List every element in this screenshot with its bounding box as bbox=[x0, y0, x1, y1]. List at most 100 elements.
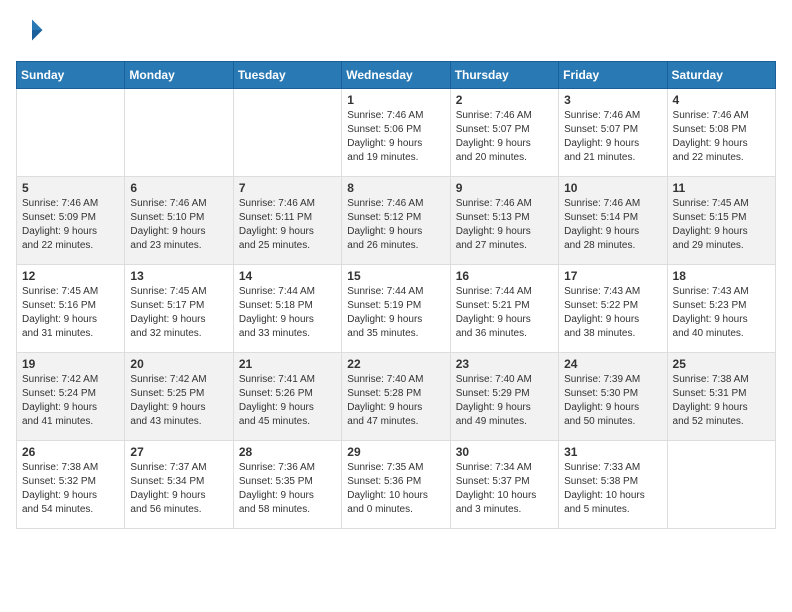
day-number: 8 bbox=[347, 181, 444, 195]
calendar-cell: 31 Sunrise: 7:33 AM Sunset: 5:38 PM Dayli… bbox=[559, 441, 667, 529]
calendar-week-row: 19Sunrise: 7:42 AM Sunset: 5:24 PM Dayli… bbox=[17, 353, 776, 441]
calendar-cell bbox=[17, 89, 125, 177]
day-info: Sunrise: 7:41 AM Sunset: 5:26 PM Dayligh… bbox=[239, 373, 336, 429]
day-info: Sunrise: 7:38 AM Sunset: 5:32 PM Dayligh… bbox=[22, 461, 119, 517]
day-info: Sunrise: 7:46 AM Sunset: 5:14 PM Dayligh… bbox=[564, 197, 661, 253]
calendar-cell: 7Sunrise: 7:46 AM Sunset: 5:11 PM Daylig… bbox=[233, 177, 341, 265]
day-info: Sunrise: 7:44 AM Sunset: 5:18 PM Dayligh… bbox=[239, 285, 336, 341]
day-info: Sunrise: 7:36 AM Sunset: 5:35 PM Dayligh… bbox=[239, 461, 336, 517]
calendar-cell bbox=[233, 89, 341, 177]
day-number: 19 bbox=[22, 357, 119, 371]
calendar-cell: 3Sunrise: 7:46 AM Sunset: 5:07 PM Daylig… bbox=[559, 89, 667, 177]
calendar-cell: 23 Sunrise: 7:40 AM Sunset: 5:29 PM Dayli… bbox=[450, 353, 558, 441]
day-info: Sunrise: 7:44 AM Sunset: 5:19 PM Dayligh… bbox=[347, 285, 444, 341]
day-number: 21 bbox=[239, 357, 336, 371]
weekday-header-friday: Friday bbox=[559, 62, 667, 89]
calendar-cell: 29Sunrise: 7:35 AM Sunset: 5:36 PM Dayli… bbox=[342, 441, 450, 529]
calendar-cell: 19Sunrise: 7:42 AM Sunset: 5:24 PM Dayli… bbox=[17, 353, 125, 441]
day-number: 24 bbox=[564, 357, 661, 371]
calendar-cell: 10 Sunrise: 7:46 AM Sunset: 5:14 PM Dayli… bbox=[559, 177, 667, 265]
day-number: 12 bbox=[22, 269, 119, 283]
calendar-cell: 25Sunrise: 7:38 AM Sunset: 5:31 PM Dayli… bbox=[667, 353, 775, 441]
calendar-cell: 17 Sunrise: 7:43 AM Sunset: 5:22 PM Dayli… bbox=[559, 265, 667, 353]
calendar-cell: 2 Sunrise: 7:46 AM Sunset: 5:07 PM Daylig… bbox=[450, 89, 558, 177]
day-info: Sunrise: 7:45 AM Sunset: 5:16 PM Dayligh… bbox=[22, 285, 119, 341]
day-number: 30 bbox=[456, 445, 553, 459]
day-number: 18 bbox=[673, 269, 770, 283]
day-number: 28 bbox=[239, 445, 336, 459]
day-number: 15 bbox=[347, 269, 444, 283]
day-number: 26 bbox=[22, 445, 119, 459]
day-info: Sunrise: 7:46 AM Sunset: 5:09 PM Dayligh… bbox=[22, 197, 119, 253]
calendar-cell: 26 Sunrise: 7:38 AM Sunset: 5:32 PM Dayli… bbox=[17, 441, 125, 529]
calendar-cell: 6Sunrise: 7:46 AM Sunset: 5:10 PM Daylig… bbox=[125, 177, 233, 265]
day-number: 17 bbox=[564, 269, 661, 283]
day-info: Sunrise: 7:40 AM Sunset: 5:29 PM Dayligh… bbox=[456, 373, 553, 429]
calendar-cell: 14Sunrise: 7:44 AM Sunset: 5:18 PM Dayli… bbox=[233, 265, 341, 353]
day-info: Sunrise: 7:46 AM Sunset: 5:12 PM Dayligh… bbox=[347, 197, 444, 253]
calendar-cell: 27 Sunrise: 7:37 AM Sunset: 5:34 PM Dayli… bbox=[125, 441, 233, 529]
day-info: Sunrise: 7:39 AM Sunset: 5:30 PM Dayligh… bbox=[564, 373, 661, 429]
day-info: Sunrise: 7:46 AM Sunset: 5:06 PM Dayligh… bbox=[347, 109, 444, 165]
day-number: 10 bbox=[564, 181, 661, 195]
calendar-body: 1 Sunrise: 7:46 AM Sunset: 5:06 PM Daylig… bbox=[17, 89, 776, 529]
day-number: 9 bbox=[456, 181, 553, 195]
day-number: 31 bbox=[564, 445, 661, 459]
calendar-cell bbox=[125, 89, 233, 177]
day-number: 5 bbox=[22, 181, 119, 195]
calendar-cell: 5 Sunrise: 7:46 AM Sunset: 5:09 PM Daylig… bbox=[17, 177, 125, 265]
calendar-cell bbox=[667, 441, 775, 529]
calendar-cell: 12 Sunrise: 7:45 AM Sunset: 5:16 PM Dayli… bbox=[17, 265, 125, 353]
calendar-cell: 20 Sunrise: 7:42 AM Sunset: 5:25 PM Dayli… bbox=[125, 353, 233, 441]
day-info: Sunrise: 7:35 AM Sunset: 5:36 PM Dayligh… bbox=[347, 461, 444, 517]
calendar-cell: 16Sunrise: 7:44 AM Sunset: 5:21 PM Dayli… bbox=[450, 265, 558, 353]
weekday-header-tuesday: Tuesday bbox=[233, 62, 341, 89]
day-info: Sunrise: 7:46 AM Sunset: 5:08 PM Dayligh… bbox=[673, 109, 770, 165]
day-info: Sunrise: 7:34 AM Sunset: 5:37 PM Dayligh… bbox=[456, 461, 553, 517]
weekday-header-monday: Monday bbox=[125, 62, 233, 89]
day-number: 1 bbox=[347, 93, 444, 107]
logo-icon bbox=[18, 16, 46, 44]
calendar-cell: 30 Sunrise: 7:34 AM Sunset: 5:37 PM Dayli… bbox=[450, 441, 558, 529]
day-number: 25 bbox=[673, 357, 770, 371]
calendar-cell: 15 Sunrise: 7:44 AM Sunset: 5:19 PM Dayli… bbox=[342, 265, 450, 353]
calendar-cell: 1 Sunrise: 7:46 AM Sunset: 5:06 PM Daylig… bbox=[342, 89, 450, 177]
calendar-table: SundayMondayTuesdayWednesdayThursdayFrid… bbox=[16, 61, 776, 529]
day-number: 27 bbox=[130, 445, 227, 459]
day-number: 20 bbox=[130, 357, 227, 371]
calendar-week-row: 1 Sunrise: 7:46 AM Sunset: 5:06 PM Daylig… bbox=[17, 89, 776, 177]
day-number: 23 bbox=[456, 357, 553, 371]
calendar-cell: 18 Sunrise: 7:43 AM Sunset: 5:23 PM Dayli… bbox=[667, 265, 775, 353]
weekday-header-saturday: Saturday bbox=[667, 62, 775, 89]
calendar-week-row: 5 Sunrise: 7:46 AM Sunset: 5:09 PM Daylig… bbox=[17, 177, 776, 265]
day-info: Sunrise: 7:43 AM Sunset: 5:22 PM Dayligh… bbox=[564, 285, 661, 341]
day-info: Sunrise: 7:45 AM Sunset: 5:17 PM Dayligh… bbox=[130, 285, 227, 341]
calendar-cell: 8 Sunrise: 7:46 AM Sunset: 5:12 PM Daylig… bbox=[342, 177, 450, 265]
calendar-week-row: 12 Sunrise: 7:45 AM Sunset: 5:16 PM Dayli… bbox=[17, 265, 776, 353]
page-header bbox=[16, 16, 776, 49]
day-info: Sunrise: 7:44 AM Sunset: 5:21 PM Dayligh… bbox=[456, 285, 553, 341]
calendar-cell: 13 Sunrise: 7:45 AM Sunset: 5:17 PM Dayli… bbox=[125, 265, 233, 353]
weekday-header-wednesday: Wednesday bbox=[342, 62, 450, 89]
weekday-header-thursday: Thursday bbox=[450, 62, 558, 89]
day-info: Sunrise: 7:42 AM Sunset: 5:25 PM Dayligh… bbox=[130, 373, 227, 429]
calendar-cell: 4Sunrise: 7:46 AM Sunset: 5:08 PM Daylig… bbox=[667, 89, 775, 177]
day-info: Sunrise: 7:43 AM Sunset: 5:23 PM Dayligh… bbox=[673, 285, 770, 341]
day-info: Sunrise: 7:40 AM Sunset: 5:28 PM Dayligh… bbox=[347, 373, 444, 429]
day-info: Sunrise: 7:46 AM Sunset: 5:07 PM Dayligh… bbox=[564, 109, 661, 165]
calendar-cell: 21 Sunrise: 7:41 AM Sunset: 5:26 PM Dayli… bbox=[233, 353, 341, 441]
calendar-cell: 28 Sunrise: 7:36 AM Sunset: 5:35 PM Dayli… bbox=[233, 441, 341, 529]
day-info: Sunrise: 7:46 AM Sunset: 5:10 PM Dayligh… bbox=[130, 197, 227, 253]
day-number: 2 bbox=[456, 93, 553, 107]
calendar-header: SundayMondayTuesdayWednesdayThursdayFrid… bbox=[17, 62, 776, 89]
day-info: Sunrise: 7:37 AM Sunset: 5:34 PM Dayligh… bbox=[130, 461, 227, 517]
day-number: 22 bbox=[347, 357, 444, 371]
weekday-header-sunday: Sunday bbox=[17, 62, 125, 89]
calendar-cell: 11Sunrise: 7:45 AM Sunset: 5:15 PM Dayli… bbox=[667, 177, 775, 265]
calendar-cell: 9 Sunrise: 7:46 AM Sunset: 5:13 PM Daylig… bbox=[450, 177, 558, 265]
day-info: Sunrise: 7:46 AM Sunset: 5:07 PM Dayligh… bbox=[456, 109, 553, 165]
day-number: 13 bbox=[130, 269, 227, 283]
day-info: Sunrise: 7:33 AM Sunset: 5:38 PM Dayligh… bbox=[564, 461, 661, 517]
day-info: Sunrise: 7:46 AM Sunset: 5:13 PM Dayligh… bbox=[456, 197, 553, 253]
calendar-cell: 24 Sunrise: 7:39 AM Sunset: 5:30 PM Dayli… bbox=[559, 353, 667, 441]
